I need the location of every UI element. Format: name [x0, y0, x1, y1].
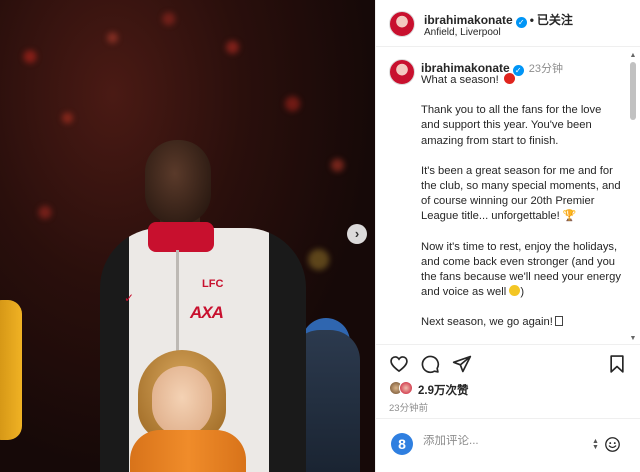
red-circle-icon — [503, 73, 515, 84]
swoosh-logo: ✓ — [124, 291, 135, 305]
likes-count[interactable]: 2.9万次赞 — [418, 382, 469, 398]
post-photo[interactable]: ✓ LFC AXA › — [0, 0, 375, 472]
club-crest: LFC — [202, 278, 224, 290]
caption-paragraph: It's been a great season for me and for … — [421, 164, 621, 223]
action-bar — [376, 344, 640, 378]
missing-glyph-icon — [554, 316, 563, 327]
sponsor-logo: AXA — [190, 303, 224, 322]
separator-dot: • — [529, 13, 534, 27]
scrollbar-thumb[interactable] — [630, 62, 636, 120]
comment-input[interactable] — [423, 435, 573, 447]
bookmark-icon[interactable] — [607, 354, 627, 374]
comment-icon[interactable] — [420, 354, 440, 374]
post-details-panel: ibrahimakonate ✓ • 已关注 Anfield, Liverpool i… — [375, 0, 640, 472]
post-timestamp[interactable]: 23分钟前 — [389, 400, 428, 414]
avatar[interactable] — [389, 59, 415, 85]
expand-icon[interactable]: ▲ ▼ — [592, 438, 599, 451]
user-avatar-icon[interactable]: 8 — [391, 433, 413, 455]
mascot-shirt — [130, 430, 246, 472]
caption-text: What a season! Thank you to all the fans… — [421, 73, 621, 329]
caption-comment: ibrahimakonate ✓ 23分钟 What a season! Thank… — [376, 48, 640, 344]
comment-composer: 8 ▲▼ — [376, 418, 640, 472]
scroll-down-icon[interactable]: ▼ — [628, 335, 638, 342]
verified-icon: ✓ — [515, 17, 527, 28]
trophy-icon: 🏆 — [562, 210, 577, 223]
location-link[interactable]: Anfield, Liverpool — [424, 27, 501, 38]
username-link[interactable]: ibrahimakonate — [424, 13, 513, 27]
player-head — [145, 140, 211, 224]
goalkeeper-figure — [0, 300, 22, 440]
mascot-face — [152, 366, 212, 436]
chevron-right-icon[interactable]: › — [347, 224, 367, 244]
follow-status-button[interactable]: 已关注 — [537, 13, 573, 27]
scroll-up-icon[interactable]: ▲ — [628, 52, 638, 59]
laughing-emoji-icon — [509, 285, 521, 297]
caption-paragraph: Thank you to all the fans for the love a… — [421, 104, 602, 147]
send-icon[interactable] — [452, 354, 472, 374]
scrollbar[interactable]: ▲ ▼ — [628, 52, 638, 342]
caption-paragraph: Next season, we go again! — [421, 316, 553, 329]
liker-avatar — [399, 381, 413, 395]
heart-icon[interactable] — [389, 354, 409, 374]
header-username-row: ibrahimakonate ✓ • 已关注 — [424, 11, 573, 28]
post-header: ibrahimakonate ✓ • 已关注 Anfield, Liverpool — [376, 0, 640, 47]
caption-paragraph: What a season! — [421, 74, 499, 86]
caption-paragraph: Now it's time to rest, enjoy the holiday… — [421, 240, 621, 299]
smile-icon[interactable] — [604, 436, 621, 453]
avatar[interactable] — [389, 11, 415, 37]
jacket-collar — [148, 222, 214, 252]
